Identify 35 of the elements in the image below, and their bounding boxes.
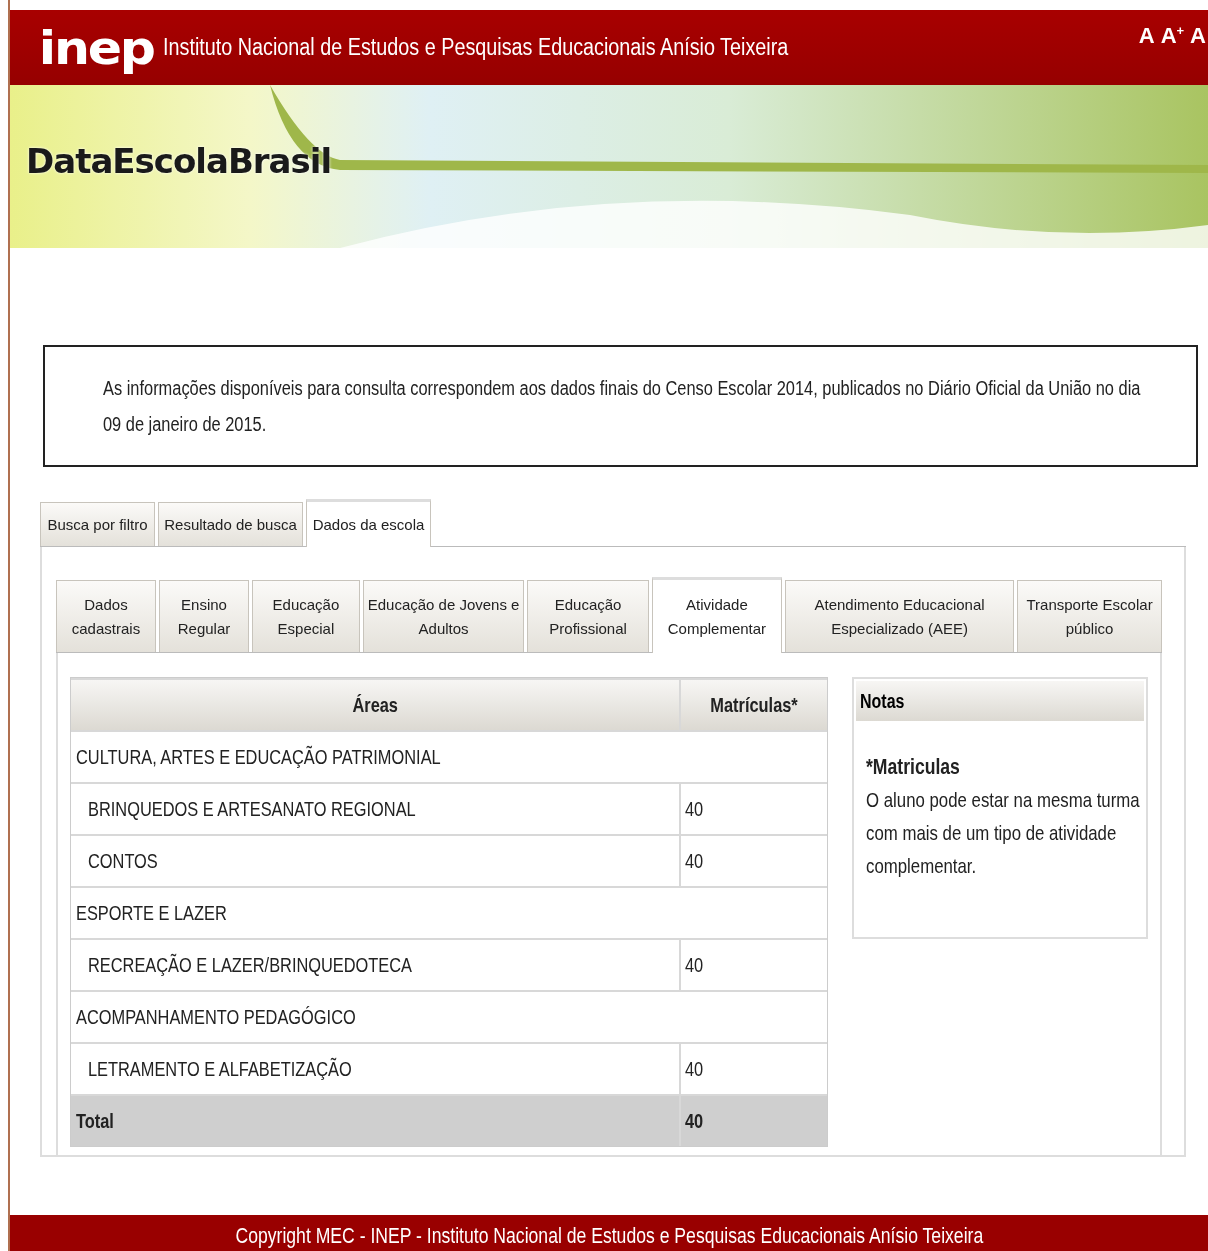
table-cell-text: 40 [684, 1056, 705, 1082]
table-cell-text: 40 [684, 952, 705, 978]
notes-header: Notas [856, 681, 1144, 721]
site-title: Instituto Nacional de Estudos e Pesquisas Educacionais Anísio Teixeira [162, 34, 790, 61]
section-tab[interactable]: Atividade Complementar [651, 577, 783, 653]
note-heading: *Matriculas [866, 753, 961, 781]
copyright-text: Copyright MEC - INEP - Instituto Nacional de Estudos e Pesquisas Educacionais Anísio Teixeira [235, 1222, 983, 1250]
section-tab[interactable]: Educação Profissional [527, 580, 649, 652]
section-tab[interactable]: Transporte Escolar público [1017, 580, 1162, 652]
table-cell-text: ESPORTE E LAZER [75, 900, 228, 926]
tab[interactable]: Dados da escola [306, 499, 431, 547]
table-cell: BRINQUEDOS E ARTESANATO REGIONAL [71, 784, 681, 834]
section-tab[interactable]: Atendimento Educacional Especializado (AEE) [785, 580, 1015, 652]
table-cell: Total [71, 1096, 681, 1146]
tab[interactable]: Resultado de busca [158, 502, 303, 546]
notice-text: As informações disponíveis para consulta correspondem aos dados finais do Censo Escolar 2014, publicados no Diário Oficial da União no dia 09 de janeiro de 2015. [103, 376, 1142, 437]
table-cell: RECREAÇÃO E LAZER/BRINQUEDOTECA [71, 940, 681, 990]
note-text: O aluno pode estar na mesma turma com mais de um tipo de atividade complementar. [866, 787, 1141, 879]
font-size-control[interactable]: A [1138, 23, 1155, 50]
data-escola-brasil-logo: DataEscolaBrasil [26, 141, 332, 181]
table-cell-text: CULTURA, ARTES E EDUCAÇÃO PATRIMONIAL [75, 744, 442, 770]
column-header: Áreas [71, 680, 681, 730]
section-tab[interactable]: Educação de Jovens e Adultos [362, 580, 525, 652]
table-cell-text: 40 [684, 796, 705, 822]
section-tab[interactable]: Ensino Regular [158, 580, 250, 652]
table-cell-text: ACOMPANHAMENTO PEDAGÓGICO [75, 1004, 357, 1030]
tab[interactable]: Busca por filtro [40, 502, 155, 546]
column-header: Matrículas* [709, 692, 799, 718]
table-cell: CONTOS [71, 836, 681, 886]
section-tab[interactable]: Educação Especial [252, 580, 360, 652]
section-tab[interactable]: Dados cadastrais [56, 580, 156, 652]
font-size-control[interactable]: A$^{+}$ [1160, 23, 1185, 50]
font-size-control[interactable]: A [1190, 23, 1206, 50]
table-cell-text: 40 [684, 1108, 705, 1134]
table-cell-text: 40 [684, 848, 705, 874]
